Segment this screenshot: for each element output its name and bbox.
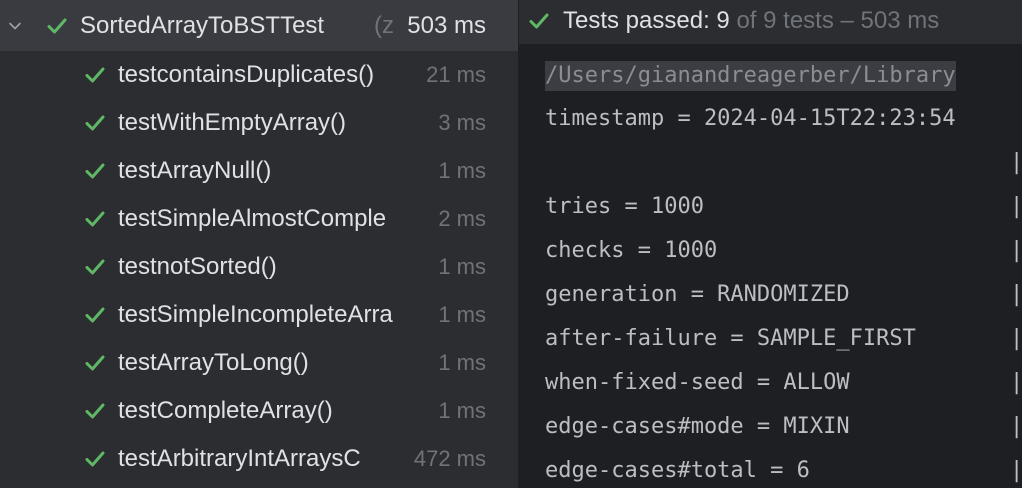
test-suite-row[interactable]: SortedArrayToBSTTest (z 503 ms [0, 0, 518, 51]
check-icon [85, 307, 105, 323]
test-duration: 3 ms [438, 110, 486, 135]
test-suite-suffix: (z [374, 12, 394, 39]
test-duration: 472 ms [413, 446, 486, 471]
console-panel: Tests passed: 9 of 9 tests – 503 ms /Use… [519, 0, 1022, 488]
table-border: | [1010, 282, 1022, 307]
console-line: timestamp = 2024-04-15T22:23:54 [545, 106, 956, 131]
test-suite-name: SortedArrayToBSTTest [80, 12, 325, 39]
test-duration: 1 ms [438, 350, 486, 375]
test-name: testArrayNull() [118, 157, 272, 184]
check-icon [85, 259, 105, 275]
test-row[interactable]: testArrayToLong() 1 ms [0, 339, 518, 387]
test-duration: 1 ms [438, 254, 486, 279]
test-name: testCompleteArray() [118, 397, 333, 424]
test-row[interactable]: testWithEmptyArray() 3 ms [0, 99, 518, 147]
test-duration: 1 ms [438, 158, 486, 183]
table-border: | [1010, 414, 1022, 439]
console-line: generation = RANDOMIZED [545, 282, 850, 307]
test-duration: 21 ms [426, 62, 486, 87]
check-icon [85, 451, 105, 467]
test-status-text: Tests passed: 9 of 9 tests – 503 ms [563, 6, 939, 36]
check-icon [529, 13, 549, 29]
test-status-bar: Tests passed: 9 of 9 tests – 503 ms [519, 0, 1022, 44]
test-duration: 1 ms [438, 302, 486, 327]
table-border: | [1010, 370, 1022, 395]
check-icon [85, 163, 105, 179]
passed-count: 9 [716, 7, 730, 34]
status-summary: of 9 tests – 503 ms [729, 7, 940, 34]
test-row[interactable]: testSimpleAlmostComple 2 ms [0, 195, 518, 243]
test-name: testArrayToLong() [118, 349, 309, 376]
check-icon [85, 115, 105, 131]
console-line: when-fixed-seed = ALLOW [545, 370, 850, 395]
table-border: | [1010, 238, 1022, 263]
console-path-link[interactable]: /Users/gianandreagerber/Library [545, 61, 956, 91]
table-border: | [1010, 194, 1022, 219]
test-row[interactable]: testSimpleIncompleteArra 1 ms [0, 291, 518, 339]
table-border: | [1010, 458, 1022, 483]
status-label: Tests passed: [563, 7, 717, 34]
test-name: testArbitraryIntArraysC [118, 445, 361, 472]
table-border: | [1010, 150, 1022, 175]
test-duration: 2 ms [438, 206, 486, 231]
test-row[interactable]: testArbitraryIntArraysC 472 ms [0, 435, 518, 483]
test-row[interactable]: testcontainsDuplicates() 21 ms [0, 51, 518, 99]
check-icon [85, 403, 105, 419]
console-line: edge-cases#mode = MIXIN [545, 414, 850, 439]
test-name: testSimpleIncompleteArra [118, 301, 393, 328]
check-icon [47, 18, 67, 34]
test-row[interactable]: testnotSorted() 1 ms [0, 243, 518, 291]
test-name: testnotSorted() [118, 253, 277, 280]
table-border: | [1010, 326, 1022, 351]
check-icon [85, 355, 105, 371]
test-name: testWithEmptyArray() [118, 109, 347, 136]
test-name: testSimpleAlmostComple [118, 205, 387, 232]
check-icon [85, 211, 105, 227]
test-suite-duration: 503 ms [407, 12, 486, 39]
console-line: tries = 1000 [545, 194, 704, 219]
test-name: testcontainsDuplicates() [118, 61, 375, 88]
check-icon [85, 67, 105, 83]
chevron-down-icon[interactable] [7, 18, 23, 34]
test-row[interactable]: testCompleteArray() 1 ms [0, 387, 518, 435]
console-line: edge-cases#total = 6 [545, 458, 810, 483]
console-line: after-failure = SAMPLE_FIRST [545, 326, 916, 351]
test-duration: 1 ms [438, 398, 486, 423]
test-tree-panel: SortedArrayToBSTTest (z 503 ms testconta… [0, 0, 518, 488]
console-line: checks = 1000 [545, 238, 718, 263]
test-row[interactable]: testArrayNull() 1 ms [0, 147, 518, 195]
